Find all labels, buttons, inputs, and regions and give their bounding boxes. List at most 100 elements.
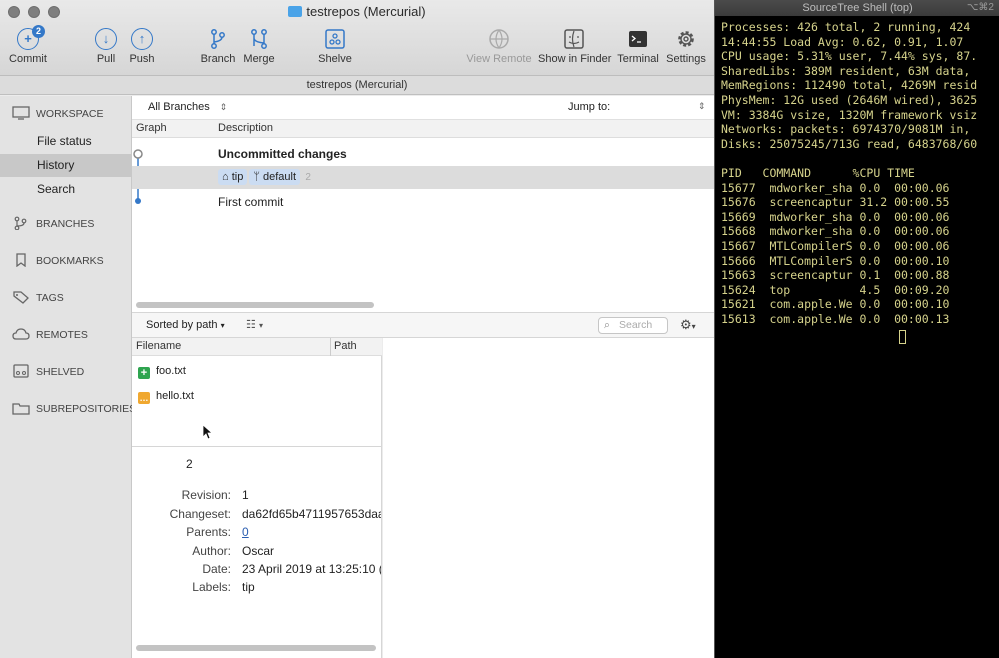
sidebar-section-subrepositories[interactable]: SUBREPOSITORIES [12, 399, 136, 419]
chevron-down-icon: ▾ [258, 321, 263, 330]
commit-message: 2 [186, 457, 193, 471]
chevron-down-icon: ▾ [691, 322, 696, 331]
shelve-button[interactable]: Shelve [314, 28, 356, 72]
sidebar-section-branches[interactable]: BRANCHES [12, 214, 94, 234]
sidebar-item-search[interactable]: Search [0, 178, 131, 201]
select-arrows-icon[interactable]: ⇕ [698, 101, 706, 112]
terminal-line: Networks: packets: 6974370/9081M in, [721, 122, 971, 137]
shelve-icon [325, 29, 345, 49]
terminal-line: 15613 com.apple.We 0.0 00:00.13 [721, 311, 950, 326]
terminal-line: MemRegions: 112490 total, 4269M resid [721, 78, 978, 93]
mouse-cursor-icon [202, 424, 214, 440]
terminal-line: 15666 MTLCompilerS 0.0 00:00.10 [721, 253, 950, 268]
sidebar-section-tags[interactable]: TAGS [12, 288, 64, 308]
terminal-cursor [899, 330, 906, 344]
terminal-shortcut: ⌥⌘2 [966, 2, 994, 13]
history-row[interactable]: ⌂ tip ᛘ default 2 [132, 166, 714, 189]
column-divider [330, 338, 331, 356]
terminal-line: CPU usage: 5.31% user, 7.44% sys, 87. [721, 49, 978, 64]
labels-value: tip [242, 580, 255, 594]
sidebar-section-bookmarks[interactable]: BOOKMARKS [12, 251, 104, 271]
sourcetree-window: testrepos (Mercurial) +2 Commit ↓ Pull ↑… [0, 0, 714, 658]
tag-default: ᛘ default [249, 169, 301, 185]
history-row[interactable]: Uncommitted changes [132, 142, 714, 165]
branch-button[interactable]: Branch [198, 28, 238, 72]
commit-icon: +2 [17, 25, 45, 50]
author-value: Oscar [242, 544, 275, 558]
file-toolbar: Sorted by path ▾ ☷ ▾ ⌕ Search ⚙▾ [132, 312, 714, 338]
terminal-line: PID COMMAND %CPU TIME [721, 165, 915, 180]
tag-tip: ⌂ tip [218, 169, 248, 185]
column-graph[interactable]: Graph [136, 122, 167, 134]
bookmark-icon [16, 253, 26, 267]
terminal-button[interactable]: Terminal [616, 28, 660, 72]
details-scrollbar[interactable] [136, 645, 376, 651]
jump-to-select[interactable]: Jump to: [568, 101, 610, 113]
history-toolbar: All Branches ⇕ Jump to: ⇕ [132, 96, 714, 120]
chevron-down-icon: ▾ [220, 321, 225, 330]
sidebar-section-shelved[interactable]: SHELVED [12, 362, 84, 382]
commit-details: 2 Revision: 1 Changeset: da62fd65b471195… [132, 446, 382, 658]
commit-badge: 2 [32, 25, 45, 38]
file-options-menu[interactable]: ⚙▾ [680, 317, 696, 333]
terminal-line: 15624 top 4.5 00:09.20 [721, 282, 950, 297]
terminal-line: PhysMem: 12G used (2646M wired), 3625 [721, 92, 978, 107]
branch-icon: ᛘ [253, 171, 260, 183]
shelve-icon [13, 364, 29, 378]
diff-view [383, 338, 714, 658]
column-description[interactable]: Description [218, 122, 273, 134]
commit-button[interactable]: +2 Commit [8, 25, 48, 72]
history-header: Graph Description [132, 120, 714, 138]
view-remote-button[interactable]: View Remote [466, 28, 532, 72]
history-scrollbar[interactable] [136, 302, 374, 308]
sort-dropdown[interactable]: Sorted by path ▾ [146, 319, 225, 331]
monitor-icon [12, 106, 30, 120]
sidebar-item-file-status[interactable]: File status [0, 130, 131, 153]
terminal-line: 15668 mdworker_sha 0.0 00:00.06 [721, 224, 950, 239]
folder-icon [12, 403, 30, 415]
file-item[interactable]: … hello.txt [138, 386, 194, 406]
branch-filter-select[interactable]: All Branches ⇕ [148, 101, 227, 113]
sidebar-item-history[interactable]: History [0, 154, 131, 177]
terminal-line: Disks: 25075245/713G read, 6483768/60 [721, 136, 978, 151]
sidebar: WORKSPACE File status History Search BRA… [0, 96, 136, 658]
merge-icon [251, 29, 267, 49]
file-list: Filename Path + foo.txt … hello.txt [132, 338, 382, 446]
folder-icon [288, 6, 303, 17]
search-input[interactable]: ⌕ Search [598, 317, 668, 334]
view-mode-dropdown[interactable]: ☷ ▾ [246, 318, 263, 331]
column-path[interactable]: Path [334, 340, 357, 352]
branch-icon [14, 216, 27, 230]
branch-icon [211, 29, 225, 49]
sidebar-section-workspace[interactable]: WORKSPACE [12, 104, 103, 124]
modified-icon: … [138, 392, 150, 404]
sidebar-section-remotes[interactable]: REMOTES [12, 325, 88, 345]
tag-icon: ⌂ [222, 171, 229, 183]
list-icon: ☷ [246, 319, 256, 331]
merge-button[interactable]: Merge [238, 28, 280, 72]
terminal-title-bar: SourceTree Shell (top) ⌥⌘2 [715, 0, 999, 16]
column-filename[interactable]: Filename [136, 340, 181, 352]
gear-icon [678, 31, 694, 47]
terminal-line: 15621 com.apple.We 0.0 00:00.10 [721, 297, 950, 312]
terminal-output[interactable]: Processes: 426 total, 2 running, 424 14:4… [721, 20, 999, 326]
tag-icon [13, 291, 29, 304]
cloud-icon [12, 328, 30, 340]
history-row[interactable]: First commit [132, 190, 714, 213]
globe-icon [489, 29, 509, 49]
terminal-line: 15663 screencaptur 0.1 00:00.88 [721, 268, 950, 283]
show-in-finder-button[interactable]: Show in Finder [538, 28, 611, 72]
window-title: testrepos (Mercurial) [0, 4, 714, 19]
file-item[interactable]: + foo.txt [138, 361, 186, 381]
history-panel: All Branches ⇕ Jump to: ⇕ Graph Descripti… [132, 96, 714, 312]
terminal-line: 15676 screencaptur 31.2 00:00.55 [721, 195, 950, 210]
pull-button[interactable]: ↓ Pull [86, 28, 126, 72]
push-button[interactable]: ↑ Push [122, 28, 162, 72]
search-icon: ⌕ [604, 319, 610, 331]
settings-button[interactable]: Settings [664, 28, 708, 72]
parents-link[interactable]: 0 [242, 525, 249, 539]
terminal-line: Processes: 426 total, 2 running, 424 [721, 20, 971, 34]
gear-icon: ⚙ [680, 317, 692, 332]
changeset-value: da62fd65b4711957653daa [242, 507, 382, 521]
